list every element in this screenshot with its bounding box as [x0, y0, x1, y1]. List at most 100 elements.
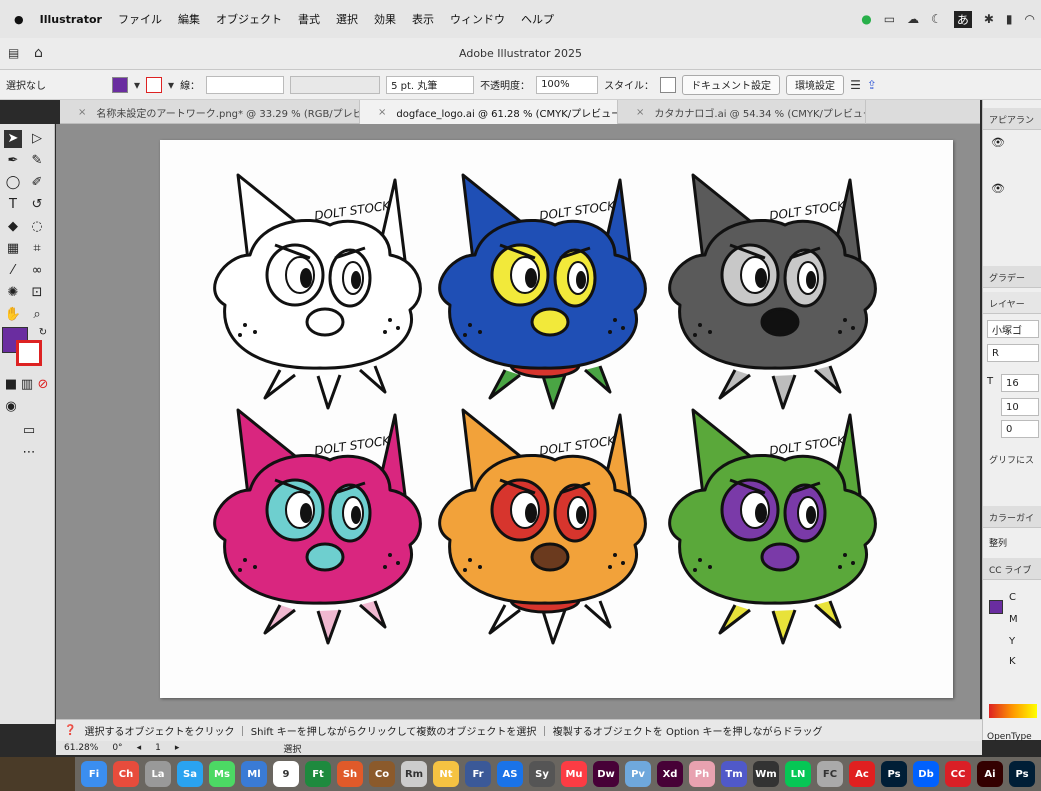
opacity-field[interactable]: 100% [536, 75, 599, 94]
font-style-field[interactable]: R [987, 344, 1039, 362]
artboard-number[interactable]: 1 [155, 743, 161, 753]
menu-select[interactable]: 選択 [336, 11, 358, 27]
brush-select[interactable]: 5 pt. 丸筆 [386, 75, 475, 94]
appearance-panel-title[interactable]: アピアラン [983, 108, 1041, 130]
close-icon[interactable]: × [636, 107, 644, 118]
dock-app-icon[interactable]: Ps [881, 761, 907, 787]
hand-tool-icon[interactable]: ✋ [4, 306, 22, 324]
panel-fill-swatch[interactable] [989, 600, 1003, 614]
leading-field[interactable]: 10 [1001, 398, 1039, 416]
close-icon[interactable]: × [378, 107, 386, 118]
stroke-color-swatch[interactable] [16, 340, 42, 366]
artboard-tool-icon[interactable]: ⊡ [28, 284, 46, 302]
tab-untitled-artwork[interactable]: × 名称未設定のアートワーク.png* @ 33.29 % (RGB/プレビュー) [60, 100, 360, 124]
line-icon[interactable]: ● [861, 12, 871, 26]
dock-app-icon[interactable]: Ps [1009, 761, 1035, 787]
menu-help[interactable]: ヘルプ [521, 11, 554, 27]
dock-app-icon[interactable]: Fr [465, 761, 491, 787]
tracking-field[interactable]: 0 [1001, 420, 1039, 438]
dock-app-icon[interactable]: La [145, 761, 171, 787]
eyedropper-tool-icon[interactable]: ⁄ [4, 262, 22, 280]
dock-app-icon[interactable]: Mu [561, 761, 587, 787]
menu-view[interactable]: 表示 [412, 11, 434, 27]
dock-app-icon[interactable]: 9 [273, 761, 299, 787]
document-settings-button[interactable]: ドキュメント設定 [682, 74, 781, 95]
eye-icon[interactable]: 👁 [991, 136, 1005, 149]
eye-icon[interactable]: 👁 [991, 182, 1005, 195]
dock-app-icon[interactable]: Pv [625, 761, 651, 787]
dock-app-icon[interactable]: Ft [305, 761, 331, 787]
arrange-icon[interactable]: ☰ [850, 78, 861, 92]
style-swatch[interactable] [660, 76, 677, 93]
dock-app-icon[interactable]: Xd [657, 761, 683, 787]
menu-object[interactable]: オブジェクト [216, 11, 282, 27]
ellipse-tool-icon[interactable]: ◯ [4, 174, 22, 192]
layers-panel-title[interactable]: レイヤー [983, 292, 1041, 314]
dock-app-icon[interactable]: Dw [593, 761, 619, 787]
dock-app-icon[interactable]: FC [817, 761, 843, 787]
menu-file[interactable]: ファイル [118, 11, 162, 27]
dock-app-icon[interactable]: Ai [977, 761, 1003, 787]
brush-tool-icon[interactable]: ✐ [28, 174, 46, 192]
dock-app-icon[interactable]: CC [945, 761, 971, 787]
dock-app-icon[interactable]: Ms [209, 761, 235, 787]
rotation-angle[interactable]: 0° [112, 743, 122, 753]
artboard-next-icon[interactable]: ▸ [175, 743, 180, 753]
dock-app-icon[interactable]: Db [913, 761, 939, 787]
color-guide-panel-title[interactable]: カラーガイ [983, 506, 1041, 528]
battery-icon[interactable]: ▮ [1006, 12, 1013, 26]
chevron-down-icon[interactable]: ▾ [168, 78, 174, 92]
eraser-tool-icon[interactable]: ◆ [4, 218, 22, 236]
blend-tool-icon[interactable]: ∞ [28, 262, 46, 280]
symbol-sprayer-tool-icon[interactable]: ✺ [4, 284, 22, 302]
artboard-prev-icon[interactable]: ◂ [137, 743, 142, 753]
fill-swatch[interactable] [112, 76, 128, 93]
screen-mode-icon[interactable]: ▭ [20, 422, 38, 440]
variable-width-select[interactable] [290, 75, 381, 94]
menu-app-illustrator[interactable]: Illustrator [40, 13, 102, 26]
stroke-weight-field[interactable] [206, 75, 285, 94]
moon-icon[interactable]: ☾ [931, 12, 942, 26]
tab-katakana-logo[interactable]: × カタカナロゴ.ai @ 54.34 % (CMYK/プレビュー) [618, 100, 866, 124]
cloud-icon[interactable]: ☁ [907, 12, 919, 26]
menu-type[interactable]: 書式 [298, 11, 320, 27]
zoom-level[interactable]: 61.28% [64, 743, 98, 753]
preferences-button[interactable]: 環境設定 [786, 74, 845, 95]
gradient-panel-title[interactable]: グラデー [983, 266, 1041, 288]
dock-app-icon[interactable]: Tm [721, 761, 747, 787]
swap-colors-icon[interactable]: ↻ [34, 324, 52, 342]
curvature-tool-icon[interactable]: ✎ [28, 152, 46, 170]
none-mode-icon[interactable]: ⊘ [34, 376, 52, 394]
type-tool-icon[interactable]: T [4, 196, 22, 214]
cc-libraries-title[interactable]: CC ライブ [983, 558, 1041, 580]
direct-selection-tool-icon[interactable]: ▷ [28, 130, 46, 148]
color-spectrum[interactable] [989, 704, 1037, 718]
rotate-tool-icon[interactable]: ↺ [28, 196, 46, 214]
dock-app-icon[interactable]: Sy [529, 761, 555, 787]
pen-tool-icon[interactable]: ✒ [4, 152, 22, 170]
artboard[interactable]: DOLT STOCK DOLT STOCK DOLT STOCK DOLT STOCK… [160, 140, 953, 698]
dock-app-icon[interactable]: Wm [753, 761, 779, 787]
dock-app-icon[interactable]: AS [497, 761, 523, 787]
draw-normal-icon[interactable]: ◉ [2, 398, 20, 416]
arrange-tab[interactable]: 整列 [989, 536, 1007, 549]
wifi-icon[interactable]: ◠ [1025, 12, 1035, 26]
share-icon[interactable]: ⇪ [867, 78, 877, 92]
tab-dogface-logo[interactable]: × dogface_logo.ai @ 61.28 % (CMYK/プレビュー) [360, 100, 618, 124]
menu-effect[interactable]: 効果 [374, 11, 396, 27]
warp-tool-icon[interactable]: ◌ [28, 218, 46, 236]
dock-app-icon[interactable]: Nt [433, 761, 459, 787]
dock-app-icon[interactable]: Fi [81, 761, 107, 787]
font-size-field[interactable]: 16 [1001, 374, 1039, 392]
input-method-icon[interactable]: あ [953, 10, 972, 28]
help-icon[interactable]: ❓ [64, 725, 76, 736]
more-tools-icon[interactable]: ⋯ [20, 444, 38, 462]
chevron-down-icon[interactable]: ▾ [134, 78, 140, 92]
dock-app-icon[interactable]: LN [785, 761, 811, 787]
mesh-tool-icon[interactable]: ⌗ [28, 240, 46, 258]
dock-app-icon[interactable]: Ch [113, 761, 139, 787]
gradient-tool-icon[interactable]: ▦ [4, 240, 22, 258]
selection-tool-icon[interactable]: ➤ [4, 130, 22, 148]
bluetooth-icon[interactable]: ✱ [984, 12, 994, 26]
display-icon[interactable]: ▭ [884, 12, 895, 26]
